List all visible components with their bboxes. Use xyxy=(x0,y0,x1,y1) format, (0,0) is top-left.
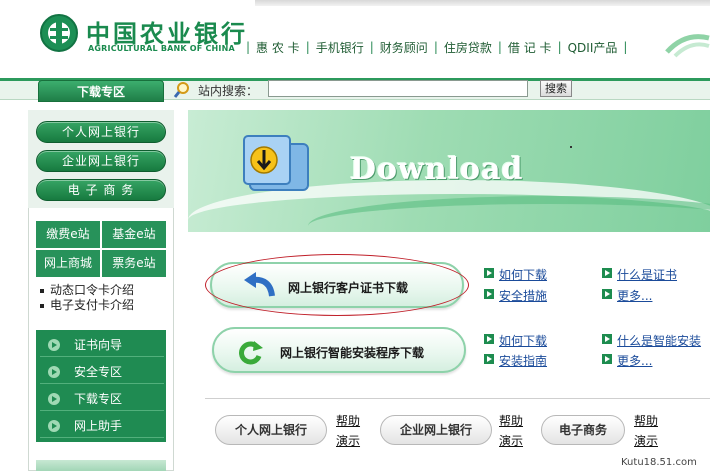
arrow-icon xyxy=(602,334,612,344)
link-dynamic-token-card[interactable]: 动态口令卡介绍 xyxy=(50,283,134,297)
link-install-guide[interactable]: 安装指南 xyxy=(499,352,547,369)
ecommerce-demo-button[interactable]: 电子商务 xyxy=(541,415,625,445)
abc-logo-icon[interactable] xyxy=(40,14,78,52)
nav-separator: | xyxy=(557,40,562,54)
arrow-icon xyxy=(602,289,612,299)
watermark: Kutu18.51.com xyxy=(621,457,697,468)
arrow-icon xyxy=(484,354,494,364)
top-nav: | 惠 农 卡 | 手机银行 | 财务顾问 | 住房贷款 | 借 记 卡 | Q… xyxy=(240,38,633,56)
e-station-grid: 缴费e站 基金e站 网上商城 票务e站 xyxy=(36,221,166,277)
top-strip xyxy=(255,0,710,6)
banner-title: Download xyxy=(350,152,524,187)
link-how-to-download[interactable]: 如何下载 xyxy=(499,332,547,349)
site-header: 中国农业银行 AGRICULTURAL BANK OF CHINA | 惠 农 … xyxy=(0,0,710,78)
search-input[interactable] xyxy=(268,80,528,97)
corporate-ebank-demo-button[interactable]: 企业网上银行 xyxy=(380,415,492,445)
personal-ebank-demo-button[interactable]: 个人网上银行 xyxy=(215,415,327,445)
banner-dot xyxy=(570,146,572,148)
highlight-circle xyxy=(205,254,469,316)
link-more[interactable]: 更多... xyxy=(617,287,652,304)
search-label: 站内搜索： xyxy=(198,84,259,98)
station-payment[interactable]: 缴费e站 xyxy=(36,221,100,248)
list-item[interactable]: 电子支付卡介绍 xyxy=(40,298,134,313)
nav-separator: | xyxy=(246,40,251,54)
help-link[interactable]: 帮助 xyxy=(336,412,360,429)
link-what-is-smart-install[interactable]: 什么是智能安装 xyxy=(617,332,701,349)
nav-item-debit-card[interactable]: 借 记 卡 xyxy=(508,39,552,56)
station-mall[interactable]: 网上商城 xyxy=(36,250,100,277)
link-e-payment-card[interactable]: 电子支付卡介绍 xyxy=(50,298,134,312)
sidebar-item-label: 安全专区 xyxy=(74,365,123,379)
station-fund[interactable]: 基金e站 xyxy=(102,221,166,248)
nav-separator: | xyxy=(305,40,310,54)
nav-item-financial-advisor[interactable]: 财务顾问 xyxy=(380,39,428,56)
nav-separator: | xyxy=(369,40,374,54)
nav-separator: | xyxy=(433,40,438,54)
link-how-to-download[interactable]: 如何下载 xyxy=(499,266,547,283)
sidebar-item-security[interactable]: 安全专区 xyxy=(40,360,164,384)
arrow-circle-icon xyxy=(48,419,60,432)
sidebar-bottom-panel xyxy=(36,460,166,471)
help-link[interactable]: 帮助 xyxy=(634,412,658,429)
sidebar-item-label: 下载专区 xyxy=(74,392,123,406)
nav-item-qdii[interactable]: QDII产品 xyxy=(568,39,618,56)
refresh-icon xyxy=(239,341,263,365)
help-link[interactable]: 帮助 xyxy=(499,412,523,429)
nav-item-huinong-card[interactable]: 惠 农 卡 xyxy=(256,39,300,56)
station-ticket[interactable]: 票务e站 xyxy=(102,250,166,277)
logo-en-text: AGRICULTURAL BANK OF CHINA xyxy=(88,44,235,53)
arrow-icon xyxy=(484,289,494,299)
bullet-icon xyxy=(40,288,44,293)
card-links: 动态口令卡介绍 电子支付卡介绍 xyxy=(40,283,134,313)
arrow-icon xyxy=(602,268,612,278)
sidebar-item-label: 证书向导 xyxy=(74,338,123,352)
sidebar-item-download[interactable]: 下载专区 xyxy=(40,387,164,411)
swirl-decoration-icon xyxy=(665,34,710,58)
arrow-circle-icon xyxy=(48,338,60,351)
link-security-measures[interactable]: 安全措施 xyxy=(499,287,547,304)
nav-item-housing-loan[interactable]: 住房贷款 xyxy=(444,39,492,56)
ecommerce-button[interactable]: 电 子 商 务 xyxy=(36,179,166,201)
setup-download-button[interactable]: 网上银行智能安装程序下载 xyxy=(212,327,466,373)
nav-item-mobile-banking[interactable]: 手机银行 xyxy=(316,39,364,56)
sidebar-item-cert-guide[interactable]: 证书向导 xyxy=(40,333,164,357)
sidebar-item-assistant[interactable]: 网上助手 xyxy=(40,414,164,438)
setup-download-label: 网上银行智能安装程序下载 xyxy=(280,346,425,360)
nav-separator: | xyxy=(623,40,628,54)
tab-download-zone[interactable]: 下载专区 xyxy=(38,80,164,102)
link-what-is-cert[interactable]: 什么是证书 xyxy=(617,266,677,283)
list-item[interactable]: 动态口令卡介绍 xyxy=(40,283,134,298)
demo-link[interactable]: 演示 xyxy=(634,432,658,449)
nav-separator: | xyxy=(497,40,502,54)
arrow-icon xyxy=(602,354,612,364)
arrow-icon xyxy=(484,334,494,344)
demo-link[interactable]: 演示 xyxy=(499,432,523,449)
download-folder-icon xyxy=(243,135,309,191)
bullet-icon xyxy=(40,303,44,308)
arrow-icon xyxy=(484,268,494,278)
arrow-circle-icon xyxy=(48,365,60,378)
demo-link[interactable]: 演示 xyxy=(336,432,360,449)
magnifier-icon xyxy=(173,82,189,98)
sidebar-item-label: 网上助手 xyxy=(74,419,123,433)
arrow-circle-icon xyxy=(48,392,60,405)
divider xyxy=(205,398,710,399)
search-button[interactable]: 搜索 xyxy=(540,80,572,97)
personal-ebank-button[interactable]: 个人网上银行 xyxy=(36,121,166,143)
link-more[interactable]: 更多... xyxy=(617,352,652,369)
corporate-ebank-button[interactable]: 企业网上银行 xyxy=(36,150,166,172)
